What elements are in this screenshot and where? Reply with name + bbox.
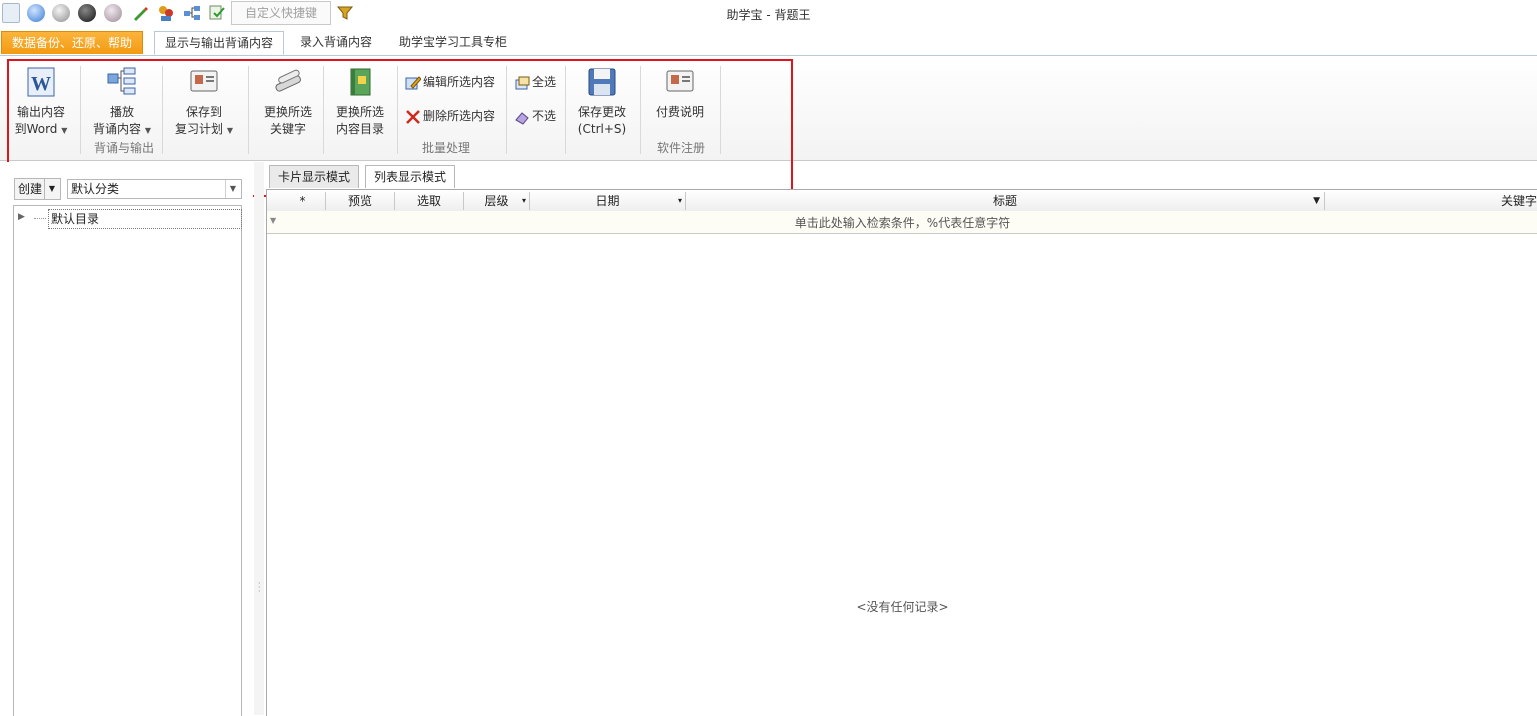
- col-level-label: 层级: [484, 194, 509, 208]
- col-select[interactable]: 选取: [395, 192, 464, 210]
- tab-input-content[interactable]: 录入背诵内容: [290, 31, 382, 53]
- deselect-button[interactable]: 不选: [514, 107, 556, 125]
- group-divider: [720, 66, 721, 154]
- save-changes-label-1: 保存更改: [577, 105, 626, 119]
- chevron-down-icon: ▼: [44, 179, 59, 199]
- export-word-label-1: 输出内容: [16, 105, 65, 119]
- floppy-disk-icon: [586, 66, 618, 98]
- directory-tree[interactable]: ▶ 默认目录: [13, 205, 242, 716]
- col-preview[interactable]: 预览: [326, 192, 395, 210]
- chevron-down-icon: ▼: [144, 126, 151, 135]
- view-mode-tabs: 卡片显示模式 列表显示模式: [264, 162, 1537, 188]
- chevron-down-icon: ▼: [226, 126, 233, 135]
- id-card-icon: [664, 66, 696, 98]
- filter-row[interactable]: ▼ 单击此处输入检索条件，%代表任意字符: [267, 211, 1537, 234]
- edit-selected-label: 编辑所选内容: [423, 75, 496, 89]
- group-label-batch: 批量处理: [421, 141, 470, 155]
- divider: [323, 66, 324, 154]
- save-to-label-1: 保存到: [185, 105, 222, 119]
- group-label-register: 软件注册: [656, 141, 705, 155]
- tab-list-view[interactable]: 列表显示模式: [365, 165, 456, 188]
- keys-icon: [272, 66, 304, 98]
- expand-arrow-icon[interactable]: ▶: [18, 212, 25, 222]
- tab-study-tools[interactable]: 助学宝学习工具专柜: [389, 31, 517, 53]
- divider: [565, 66, 566, 154]
- pay-info-button[interactable]: 付费说明: [648, 66, 712, 121]
- grip-icon: · · ·: [258, 579, 261, 596]
- ribbon: W 输出内容 到Word ▼ 播放 背诵内容 ▼ 保存到 复习计划 ▼ 背诵与输…: [0, 56, 1537, 161]
- select-all-button[interactable]: 全选: [514, 73, 556, 91]
- select-all-icon: [515, 76, 530, 89]
- col-title[interactable]: 标题 ▼: [686, 192, 1325, 210]
- replace-keywords-label-2: 关键字: [269, 122, 306, 136]
- save-to-review-plan-button[interactable]: 保存到 复习计划 ▼: [170, 66, 238, 139]
- filter-hint: 单击此处输入检索条件，%代表任意字符: [794, 216, 1011, 230]
- export-word-label-2: 到Word: [14, 122, 58, 136]
- panel-splitter[interactable]: · · ·: [254, 162, 264, 715]
- window-title: 助学宝 - 背题王: [726, 8, 811, 22]
- col-title-label: 标题: [992, 194, 1017, 208]
- col-date[interactable]: 日期 ▾: [530, 192, 686, 210]
- group-divider: [248, 66, 249, 154]
- funnel-filter-icon[interactable]: ▼: [1313, 192, 1320, 210]
- play-recite-button[interactable]: 播放 背诵内容 ▼: [88, 66, 156, 139]
- col-star[interactable]: *: [280, 192, 326, 210]
- word-icon: W: [25, 66, 57, 98]
- select-all-label: 全选: [532, 75, 557, 89]
- category-select[interactable]: 默认分类 ▼: [67, 179, 242, 199]
- delete-x-icon: [406, 109, 420, 124]
- filter-icon[interactable]: ▾: [522, 192, 526, 210]
- chevron-down-icon: ▼: [225, 180, 240, 198]
- create-label: 创建: [18, 182, 43, 196]
- replace-keywords-button[interactable]: 更换所选 关键字: [256, 66, 320, 138]
- pay-info-label: 付费说明: [655, 105, 704, 119]
- create-dropdown-button[interactable]: 创建 ▼: [14, 178, 61, 200]
- green-book-icon: [344, 66, 376, 98]
- replace-dir-label-2: 内容目录: [335, 122, 384, 136]
- eraser-icon: [515, 111, 529, 125]
- edit-selected-button[interactable]: 编辑所选内容: [405, 73, 495, 91]
- save-changes-button[interactable]: 保存更改 (Ctrl+S): [570, 66, 634, 138]
- export-to-word-button[interactable]: W 输出内容 到Word ▼: [8, 66, 74, 139]
- records-grid[interactable]: * 预览 选取 层级 ▾ 日期 ▾ 标题 ▼ 关键字 ▼ 单击此处输入检索条件，%代表…: [266, 189, 1537, 716]
- group-label-recite-output: 背诵与输出: [93, 141, 154, 155]
- delete-selected-button[interactable]: 删除所选内容: [405, 107, 495, 125]
- delete-selected-label: 删除所选内容: [423, 109, 496, 123]
- col-keywords[interactable]: 关键字: [1325, 192, 1537, 210]
- grid-header: * 预览 选取 层级 ▾ 日期 ▾ 标题 ▼ 关键字: [267, 190, 1537, 212]
- tab-display-output[interactable]: 显示与输出背诵内容: [154, 31, 285, 55]
- play-label-2: 背诵内容: [93, 122, 142, 136]
- category-value: 默认分类: [71, 182, 120, 196]
- save-changes-label-2: (Ctrl+S): [577, 122, 627, 136]
- tree-item-default-dir[interactable]: 默认目录: [48, 209, 242, 229]
- group-divider: [640, 66, 641, 154]
- pencil-edit-icon: [405, 75, 422, 89]
- replace-dir-label-1: 更换所选: [335, 105, 384, 119]
- ribbon-tab-strip: 数据备份、还原、帮助 显示与输出背诵内容 录入背诵内容 助学宝学习工具专柜: [0, 28, 1537, 56]
- chevron-down-icon: ▼: [61, 126, 68, 135]
- id-card-icon: [188, 66, 220, 98]
- filter-icon[interactable]: ▾: [678, 192, 682, 210]
- col-date-label: 日期: [595, 194, 620, 208]
- replace-keywords-label-1: 更换所选: [263, 105, 312, 119]
- save-to-label-2: 复习计划: [175, 122, 224, 136]
- replace-directory-button[interactable]: 更换所选 内容目录: [328, 66, 392, 138]
- tab-card-view[interactable]: 卡片显示模式: [269, 165, 360, 188]
- divider: [506, 66, 507, 154]
- col-level[interactable]: 层级 ▾: [464, 192, 530, 210]
- title-bar: 自定义快捷键 助学宝 - 背题王: [0, 0, 1537, 28]
- deselect-label: 不选: [532, 109, 557, 123]
- play-list-icon: [106, 66, 138, 98]
- empty-records-message: <没有任何记录>: [856, 600, 949, 614]
- tree-connector: [34, 218, 46, 219]
- tab-backup-restore-help[interactable]: 数据备份、还原、帮助: [1, 31, 144, 54]
- svg-text:W: W: [31, 73, 51, 95]
- play-label-1: 播放: [109, 105, 134, 119]
